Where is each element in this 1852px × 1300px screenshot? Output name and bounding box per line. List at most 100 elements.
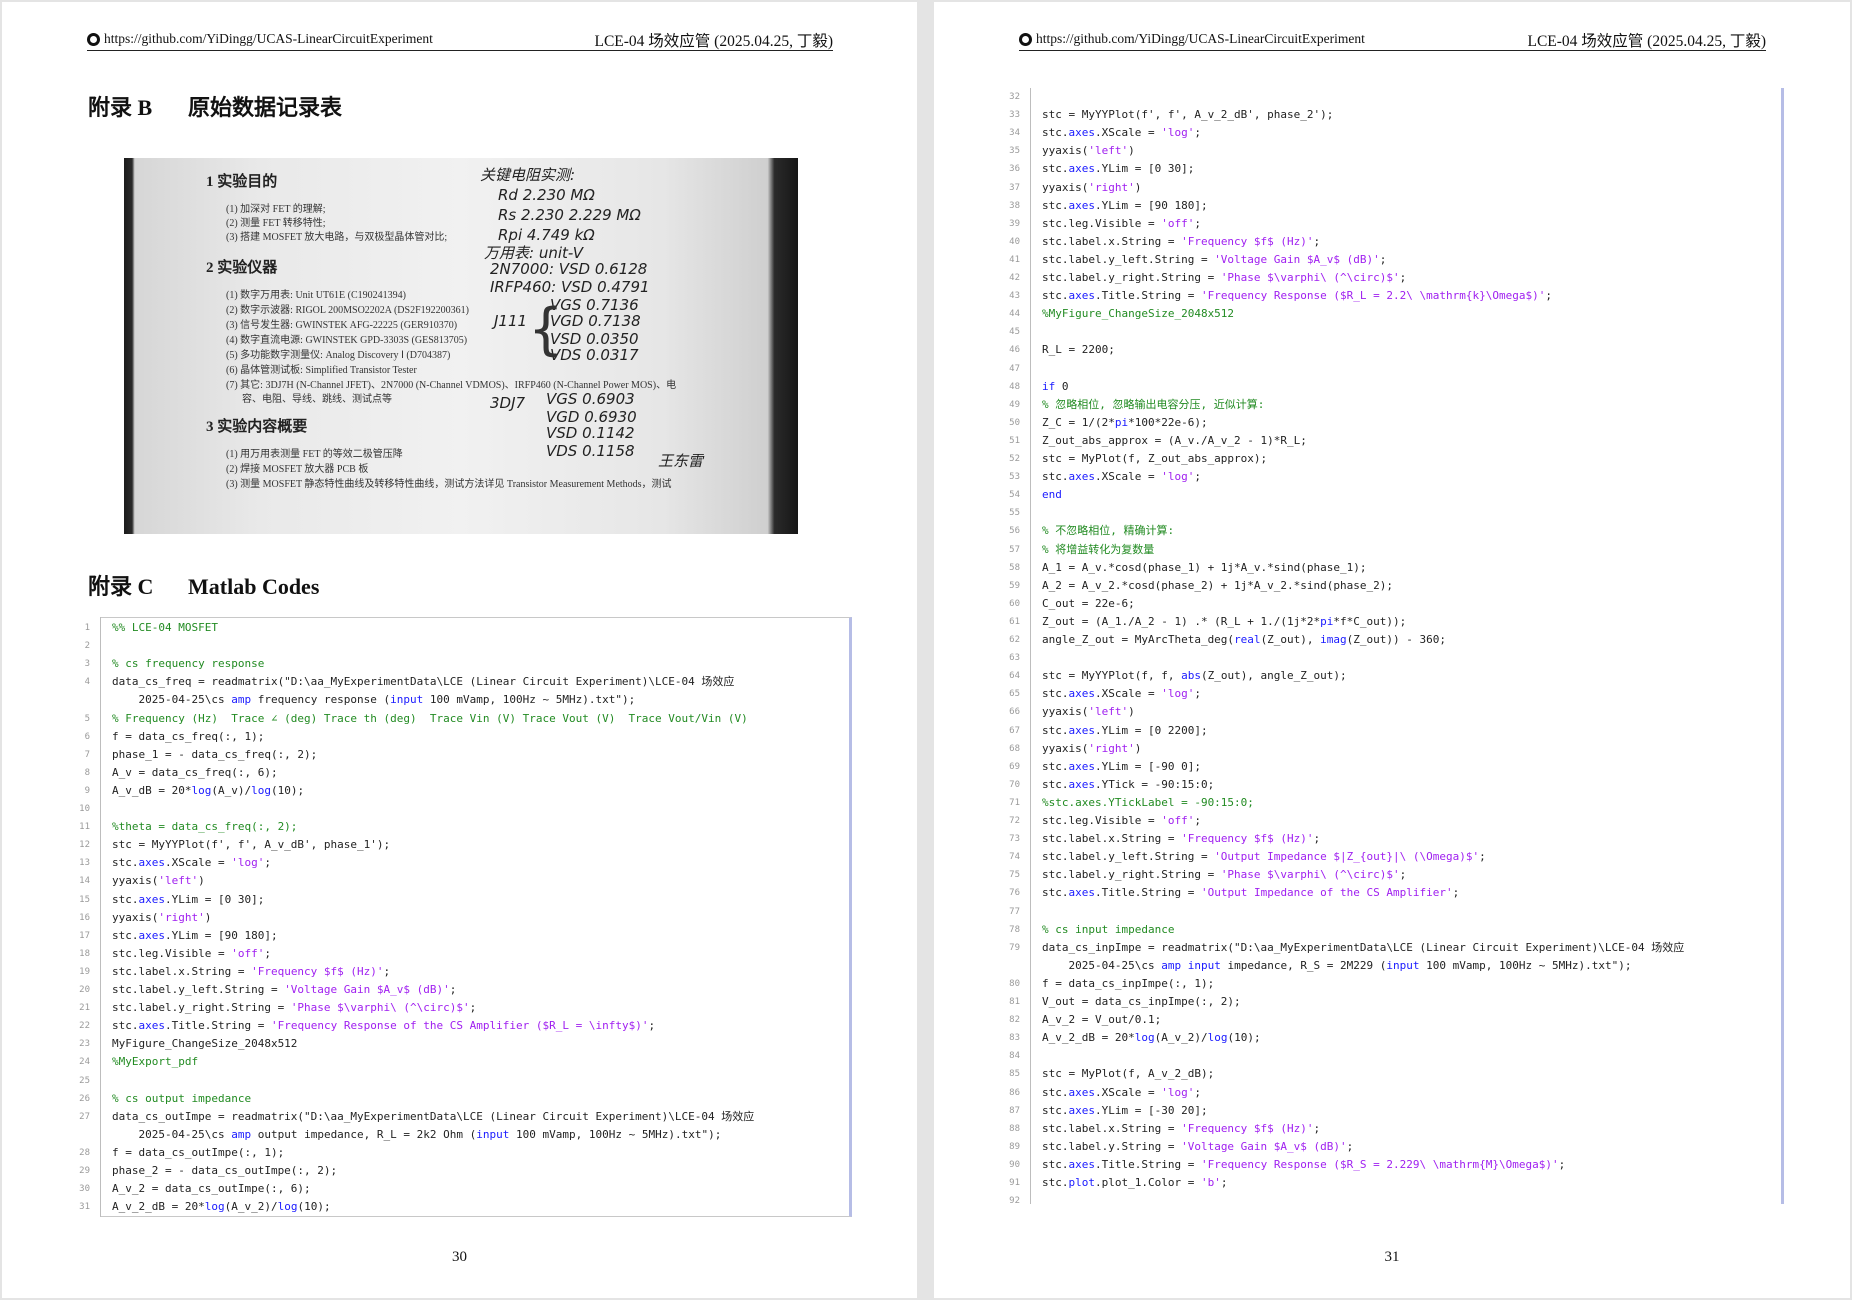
repo-link[interactable]: https://github.com/YiDingg/UCAS-LinearCi… [1019,31,1365,47]
line-number: 86 [1009,1087,1020,1098]
line-number: 33 [1009,110,1020,121]
line-number: 32 [1009,92,1020,102]
line-number: 58 [1009,562,1020,573]
code-line: 59 A_2 = A_v_2.*cosd(phase_2) + 1j*A_v_2.… [1004,577,1764,595]
code-text: stc.label.x.String = 'Frequency $f$ (Hz)… [112,964,391,978]
code-line: 32 [1004,88,1764,106]
code-line: 51 Z_out_abs_approx = (A_v./A_v_2 - 1)*R_… [1004,432,1764,450]
code-text: stc.label.y_left.String = 'Voltage Gain … [1042,252,1387,266]
code-text: % 不忽略相位, 精确计算: [1042,524,1175,538]
code-text: stc.axes.YLim = [-30 20]; [1042,1103,1208,1117]
code-text: stc.axes.XScale = 'log'; [112,856,271,870]
sheet-heading: 1 实验目的 [206,174,278,190]
line-number: 8 [84,767,90,778]
line-number: 43 [1009,291,1020,302]
code-line: 81 V_out = data_cs_inpImpe(:, 2); [1004,993,1764,1011]
code-text: A_1 = A_v.*cosd(phase_1) + 1j*A_v.*sind(… [1042,560,1367,574]
code-text: angle_Z_out = MyArcTheta_deg(real(Z_out)… [1042,633,1447,646]
sheet-line: (7) 其它: 3DJ7H (N-Channel JFET)、2N7000 (N… [226,380,677,391]
line-number: 28 [79,1147,90,1158]
code-line: 12 stc = MyYYPlot(f', f', A_v_dB', phase_… [72,836,832,854]
sheet-line: (5) 多功能数字测量仪: Analog Discovery Ⅰ (D70438… [226,350,451,361]
code-line: 87 stc.axes.YLim = [-30 20]; [1004,1102,1764,1120]
sheet-line: (2) 数字示波器: RIGOL 200MSO2202A (DS2F192200… [226,305,469,316]
code-line: 70 stc.axes.YTick = -90:15:0; [1004,776,1764,794]
sheet-line: (6) 晶体管测试板: Simplified Transistor Tester [226,365,417,376]
code-text: Z_out_abs_approx = (A_v./A_v_2 - 1)*R_L; [1042,433,1307,447]
code-line: 18 stc.leg.Visible = 'off'; [72,945,832,963]
code-line: 90 stc.axes.Title.String = 'Frequency Res… [1004,1156,1764,1174]
line-number: 17 [79,930,90,941]
line-number: 61 [1009,616,1020,627]
sheet-line: (2) 测量 FET 转移特性; [226,218,326,229]
line-number: 35 [1009,146,1020,157]
page-header: https://github.com/YiDingg/UCAS-LinearCi… [87,26,833,51]
code-text: % cs input impedance [1042,922,1175,936]
line-number: 57 [1009,544,1020,555]
code-line: 44 %MyFigure_ChangeSize_2048x512 [1004,305,1764,323]
code-text: stc = MyPlot(f, A_v_2_dB); [1042,1067,1215,1081]
code-text: stc.label.y.String = 'Voltage Gain $A_v$… [1042,1139,1354,1153]
code-line: 52 stc = MyPlot(f, Z_out_abs_approx); [1004,450,1764,468]
line-number: 71 [1009,797,1020,808]
code-text: A_v_2 = data_cs_outImpe(:, 6); [112,1182,311,1196]
code-text: R_L = 2200; [1042,343,1115,357]
code-text: % cs frequency response [112,657,265,671]
photo-content: 1 实验目的 (1) 加深对 FET 的理解; (2) 测量 FET 转移特性; (3… [124,158,798,534]
line-number: 46 [1009,345,1020,356]
code-line: 19 stc.label.x.String = 'Frequency $f$ (H… [72,963,832,981]
code-line: 64 stc = MyYYPlot(f, f, abs(Z_out), angle… [1004,667,1764,685]
code-line: 60 C_out = 22e-6; [1004,595,1764,613]
repo-url[interactable]: https://github.com/YiDingg/UCAS-LinearCi… [104,31,433,47]
code-line: 72 stc.leg.Visible = 'off'; [1004,812,1764,830]
line-number: 81 [1009,997,1020,1007]
line-number: 34 [1009,128,1020,139]
code-line: 85 stc = MyPlot(f, A_v_2_dB); [1004,1065,1764,1083]
code-line: 24 %MyExport_pdf [72,1053,832,1071]
line-number: 47 [1009,363,1020,374]
code-text: stc.axes.Title.String = 'Output Impedanc… [1042,886,1460,900]
header-title: LCE-04 场效应管 (2025.04.25, 丁毅) [1527,33,1766,50]
line-number: 27 [79,1111,90,1122]
code-line: 80 f = data_cs_inpImpe(:, 1); [1004,975,1764,993]
repo-link[interactable]: https://github.com/YiDingg/UCAS-LinearCi… [87,31,433,47]
code-text: A_v_2_dB = 20*log(A_v_2)/log(10); [112,1200,331,1214]
code-line: 41 stc.label.y_left.String = 'Voltage Gai… [1004,251,1764,269]
code-line: 83 A_v_2_dB = 20*log(A_v_2)/log(10); [1004,1029,1764,1047]
code-text: %MyFigure_ChangeSize_2048x512 [1042,307,1235,321]
code-text: A_v_dB = 20*log(A_v)/log(10); [112,783,305,797]
line-number: 55 [1009,508,1020,519]
repo-url[interactable]: https://github.com/YiDingg/UCAS-LinearCi… [1036,31,1365,47]
code-line: 38 stc.axes.YLim = [90 180]; [1004,197,1764,215]
header-title: LCE-04 场效应管 (2025.04.25, 丁毅) [594,33,833,50]
code-line: 40 stc.label.x.String = 'Frequency $f$ (H… [1004,233,1764,251]
line-number: 62 [1009,635,1020,645]
line-number: 24 [79,1057,90,1068]
line-number: 22 [79,1021,90,1032]
line-number: 36 [1009,164,1020,175]
code-line: 79 data_cs_inpImpe = readmatrix("D:\aa_My… [1004,939,1764,957]
line-number: 42 [1009,273,1020,283]
line-number: 52 [1009,454,1020,464]
appendix-b-heading: 附录 B 原始数据记录表 [88,90,342,122]
code-line: 47 [1004,360,1764,378]
matlab-code-listing-left: 1%% LCE-04 MOSFET 2 3% cs frequency respon… [72,617,852,1217]
handwritten-note: VSD 0.1142 [546,424,635,442]
line-number: 75 [1009,870,1020,881]
handwritten-note: IRFP460: VSD 0.4791 [490,278,650,296]
line-number: 49 [1009,399,1020,410]
code-line: 62 angle_Z_out = MyArcTheta_deg(real(Z_ou… [1004,631,1764,649]
code-line: 25 [72,1072,832,1090]
code-line: 63 [1004,649,1764,667]
line-number: 31 [79,1202,90,1213]
line-number: 72 [1009,816,1020,826]
handwritten-note: 3DJ7 [490,394,526,412]
code-line: 68 yyaxis('right') [1004,740,1764,758]
code-text: stc = MyYYPlot(f', f', A_v_dB', phase_1'… [112,838,391,852]
code-line: 11 %theta = data_cs_freq(:, 2); [72,818,832,836]
code-line: 33 stc = MyYYPlot(f', f', A_v_2_dB', phas… [1004,106,1764,124]
line-number: 18 [79,948,90,959]
appendix-c-number: 附录 C [88,574,154,599]
line-number: 76 [1009,888,1020,899]
code-line: 23 MyFigure_ChangeSize_2048x512 [72,1035,832,1053]
